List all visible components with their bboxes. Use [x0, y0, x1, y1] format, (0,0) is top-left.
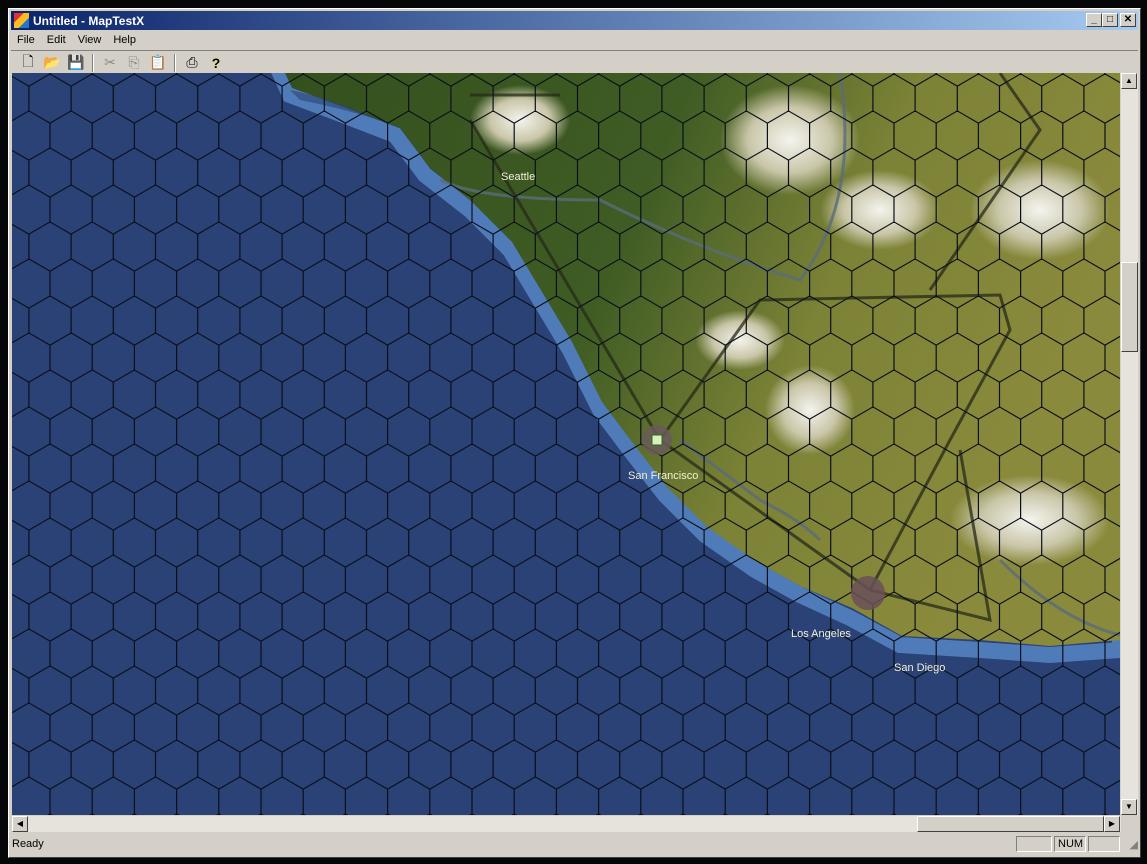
menu-help[interactable]: Help [107, 34, 142, 46]
hex-map[interactable]: Seattle San Francisco Los Angeles San Di… [12, 73, 1120, 815]
open-folder-icon[interactable]: 📂 [41, 53, 63, 73]
help-icon[interactable]: ? [205, 53, 227, 73]
city-label-seattle: Seattle [501, 171, 535, 183]
menu-file[interactable]: File [11, 34, 41, 46]
resize-grip-icon[interactable]: ◢ [1120, 838, 1138, 851]
toolbar: 🗋 📂 💾 ✂ ⎘ 📋 ⎙ ? [11, 50, 1138, 74]
minimize-button[interactable]: _ [1086, 13, 1102, 27]
cut-icon[interactable]: ✂ [99, 53, 121, 73]
title-bar[interactable]: Untitled - MapTestX _ □ ✕ [11, 11, 1138, 30]
horizontal-scroll-thumb[interactable] [917, 816, 1104, 832]
paste-icon[interactable]: 📋 [147, 53, 169, 73]
vertical-scrollbar[interactable]: ▲ ▼ [1121, 73, 1138, 815]
status-text: Ready [12, 838, 44, 850]
maximize-button[interactable]: □ [1102, 13, 1118, 27]
menu-edit[interactable]: Edit [41, 34, 72, 46]
scroll-left-button[interactable]: ◀ [12, 816, 28, 832]
close-button[interactable]: ✕ [1120, 13, 1136, 27]
menu-bar: File Edit View Help [11, 31, 142, 49]
vertical-scroll-thumb[interactable] [1121, 262, 1138, 352]
copy-icon[interactable]: ⎘ [123, 53, 145, 73]
status-bar: Ready NUM ◢ [10, 835, 1138, 853]
status-pane-num: NUM [1054, 836, 1086, 852]
status-pane-scroll [1088, 836, 1120, 852]
window-title: Untitled - MapTestX [33, 13, 145, 28]
scroll-down-button[interactable]: ▼ [1121, 799, 1137, 815]
toolbar-separator [174, 53, 176, 72]
scroll-up-button[interactable]: ▲ [1121, 73, 1137, 89]
horizontal-scrollbar[interactable]: ◀ ▶ [12, 816, 1121, 832]
menu-view[interactable]: View [72, 34, 108, 46]
new-file-icon[interactable]: 🗋 [17, 53, 39, 73]
city-marker-san-francisco[interactable] [642, 425, 672, 455]
print-icon[interactable]: ⎙ [181, 53, 203, 73]
status-pane-caps [1016, 836, 1052, 852]
scroll-right-button[interactable]: ▶ [1104, 816, 1120, 832]
city-label-san-francisco: San Francisco [628, 470, 698, 482]
city-label-san-diego: San Diego [894, 662, 945, 674]
city-label-los-angeles: Los Angeles [791, 628, 851, 640]
city-marker-los-angeles[interactable] [851, 576, 885, 610]
toolbar-separator [92, 53, 94, 72]
hex-map-view[interactable]: Seattle San Francisco Los Angeles San Di… [12, 73, 1120, 815]
save-icon[interactable]: 💾 [65, 53, 87, 73]
app-icon [14, 13, 29, 28]
